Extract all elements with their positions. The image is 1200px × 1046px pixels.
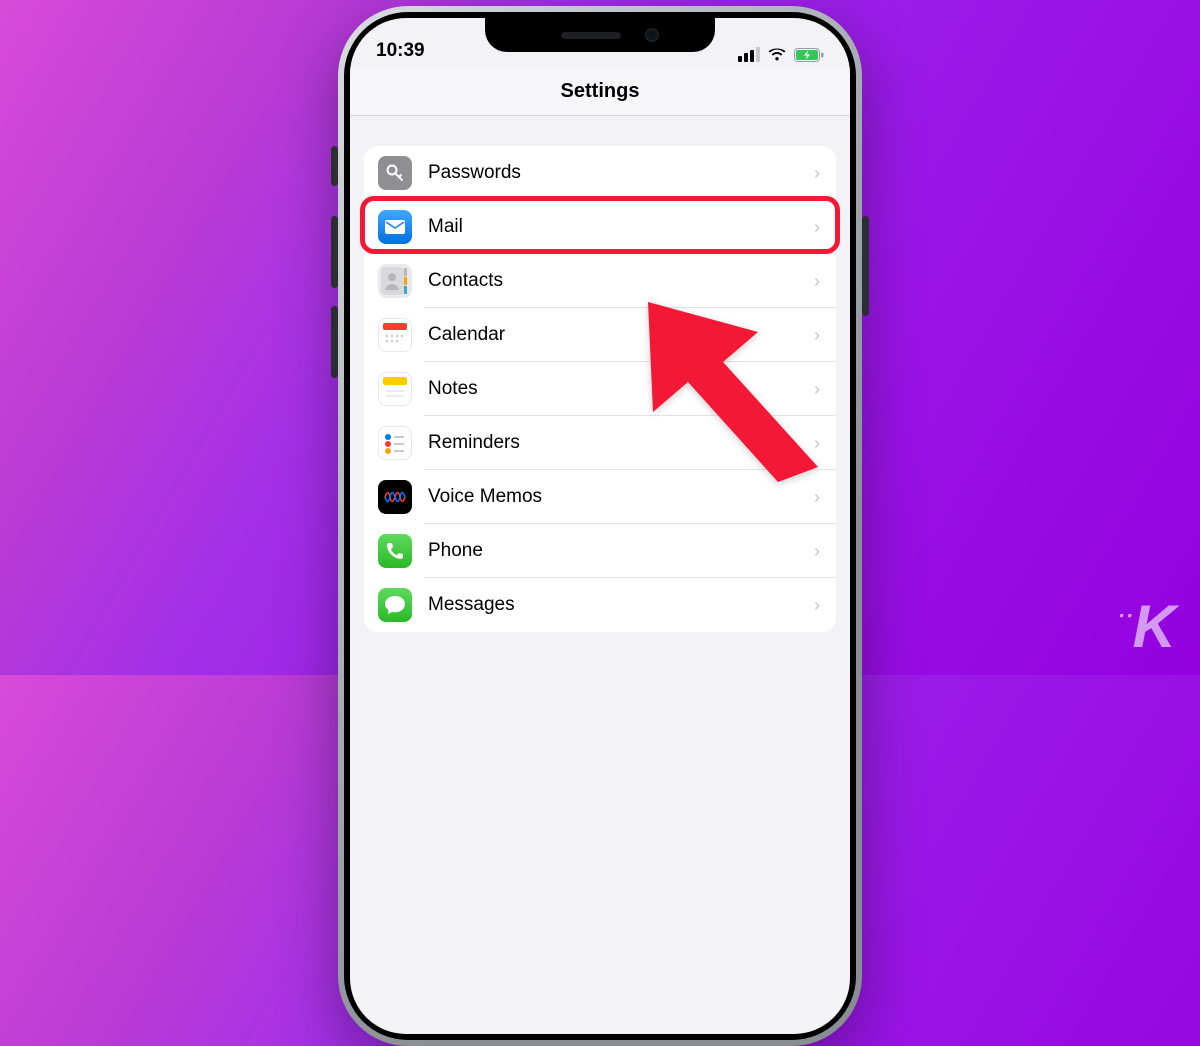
row-label: Contacts bbox=[428, 270, 814, 292]
chevron-right-icon: › bbox=[814, 217, 820, 238]
key-icon bbox=[378, 156, 412, 190]
cellular-signal-icon bbox=[738, 47, 760, 62]
settings-row-messages[interactable]: Messages › bbox=[364, 578, 836, 632]
chevron-right-icon: › bbox=[814, 271, 820, 292]
nav-header: Settings bbox=[350, 66, 850, 116]
phone-icon bbox=[378, 534, 412, 568]
calendar-icon bbox=[378, 318, 412, 352]
phone-volume-down bbox=[331, 306, 338, 378]
phone-volume-up bbox=[331, 216, 338, 288]
page-title: Settings bbox=[350, 80, 850, 103]
chevron-right-icon: › bbox=[814, 163, 820, 184]
chevron-right-icon: › bbox=[814, 541, 820, 562]
contacts-icon bbox=[378, 264, 412, 298]
phone-chassis: 10:39 Settings bbox=[338, 6, 862, 1046]
battery-charging-icon bbox=[794, 48, 824, 62]
row-label: Messages bbox=[428, 594, 814, 616]
messages-icon bbox=[378, 588, 412, 622]
chevron-right-icon: › bbox=[814, 487, 820, 508]
settings-row-mail[interactable]: Mail › bbox=[364, 200, 836, 254]
row-label: Passwords bbox=[428, 162, 814, 184]
status-time: 10:39 bbox=[376, 40, 425, 62]
reminders-icon bbox=[378, 426, 412, 460]
row-label: Mail bbox=[428, 216, 814, 238]
mail-icon bbox=[378, 210, 412, 244]
voicememos-icon bbox=[378, 480, 412, 514]
settings-row-passwords[interactable]: Passwords › bbox=[364, 146, 836, 200]
watermark-logo: ∙∙K bbox=[1118, 592, 1174, 661]
chevron-right-icon: › bbox=[814, 595, 820, 616]
notes-icon bbox=[378, 372, 412, 406]
phone-notch bbox=[485, 18, 715, 52]
row-label: Phone bbox=[428, 540, 814, 562]
phone-power-button bbox=[862, 216, 869, 316]
phone-mute-switch bbox=[331, 146, 338, 186]
settings-row-phone[interactable]: Phone › bbox=[364, 524, 836, 578]
annotation-pointer-arrow bbox=[628, 292, 838, 482]
wifi-icon bbox=[767, 47, 787, 62]
phone-screen: 10:39 Settings bbox=[350, 18, 850, 1034]
row-label: Voice Memos bbox=[428, 486, 814, 508]
